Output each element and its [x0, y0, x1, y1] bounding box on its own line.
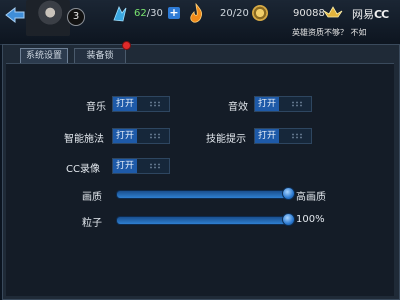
- smart-cast-toggle[interactable]: 打开: [112, 128, 170, 144]
- brand-prefix: 网易: [352, 8, 374, 21]
- notification-dot: [122, 41, 131, 50]
- toggle-grip-icon: [291, 133, 303, 139]
- smart-cast-label: 智能施法: [64, 134, 104, 145]
- quality-slider-knob[interactable]: [282, 187, 295, 200]
- add-stamina-button[interactable]: +: [168, 7, 180, 19]
- cc-record-toggle-state: 打开: [113, 159, 137, 173]
- top-bar: 3 62/30 + 20/20 90088 网易CC 英雄资质不够？ 不如: [0, 0, 400, 45]
- quality-label: 画质: [82, 192, 102, 203]
- brand-logo: 网易CC: [352, 6, 389, 22]
- energy-icon: [190, 3, 203, 23]
- sound-toggle-state: 打开: [255, 97, 279, 111]
- particles-label: 粒子: [82, 218, 102, 229]
- toggle-grip-icon: [149, 133, 161, 139]
- back-arrow-icon[interactable]: [4, 6, 26, 24]
- particles-slider-knob[interactable]: [282, 213, 295, 226]
- music-label: 音乐: [86, 102, 106, 113]
- coin-icon: [252, 5, 268, 21]
- toggle-grip-icon: [149, 163, 161, 169]
- particles-value: 100%: [296, 214, 325, 225]
- quality-value: 高画质: [296, 192, 326, 203]
- quality-slider-track[interactable]: [116, 190, 290, 199]
- stamina-value: 62/30: [134, 8, 163, 19]
- smart-cast-toggle-state: 打开: [113, 129, 137, 143]
- stamina-max: /30: [146, 8, 163, 19]
- level-badge: 3: [67, 8, 85, 26]
- particles-slider-track[interactable]: [116, 216, 290, 225]
- cc-record-toggle[interactable]: 打开: [112, 158, 170, 174]
- skill-tips-toggle[interactable]: 打开: [254, 128, 312, 144]
- tab-system-settings[interactable]: 系统设置: [20, 48, 68, 64]
- tab-equipment-lock[interactable]: 装备锁: [74, 48, 126, 64]
- brand-suffix: CC: [374, 8, 389, 21]
- settings-content: [6, 63, 394, 296]
- gold-ingot-icon: [323, 6, 343, 18]
- skill-tips-toggle-state: 打开: [255, 129, 279, 143]
- coin-value: 90088: [293, 8, 325, 19]
- energy-value: 20/20: [220, 8, 249, 19]
- announcement-marquee: 英雄资质不够？ 不如: [292, 28, 367, 37]
- music-toggle[interactable]: 打开: [112, 96, 170, 112]
- toggle-grip-icon: [149, 101, 161, 107]
- player-avatar[interactable]: [26, 0, 70, 36]
- music-toggle-state: 打开: [113, 97, 137, 111]
- sound-toggle[interactable]: 打开: [254, 96, 312, 112]
- skill-tips-label: 技能提示: [206, 134, 246, 145]
- stamina-current: 62: [134, 8, 147, 19]
- cc-record-label: CC录像: [66, 164, 100, 175]
- sound-label: 音效: [228, 102, 248, 113]
- toggle-grip-icon: [291, 101, 303, 107]
- stamina-icon: [113, 6, 127, 22]
